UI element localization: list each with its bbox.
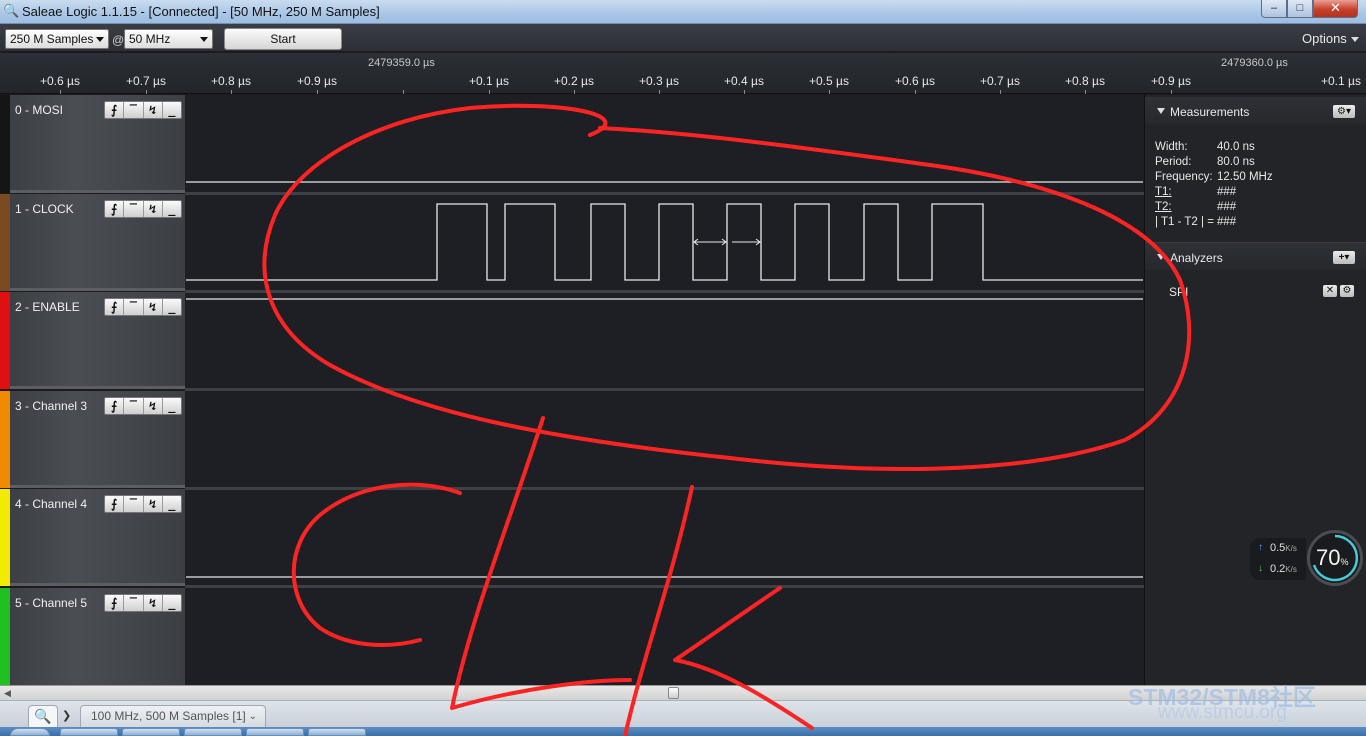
measurement-row[interactable]: T1: ### bbox=[1155, 185, 1273, 200]
chevron-right-icon[interactable]: ❯ bbox=[62, 709, 71, 722]
right-panel: Measurements ⚙▾ Width: 40.0 ns Period: 80.… bbox=[1144, 95, 1366, 685]
measurements-title: Measurements bbox=[1170, 105, 1250, 119]
session-tab-label: 100 MHz, 500 M Samples [1] bbox=[91, 709, 246, 723]
measurement-row: | T1 - T2 | = ### bbox=[1155, 216, 1237, 228]
measurements-header[interactable]: Measurements ⚙▾ bbox=[1145, 97, 1366, 125]
transfer-rate-widget: ↑ 0.5K/s ↓ 0.2K/s bbox=[1250, 538, 1306, 580]
measurement-row: Width: 40.0 ns bbox=[1155, 141, 1255, 153]
gear-icon[interactable]: ⚙▾ bbox=[1333, 105, 1355, 118]
collapse-triangle-icon bbox=[1157, 108, 1165, 114]
download-rate: 0.2K/s bbox=[1270, 563, 1297, 575]
watermark-url: www.stmcu.org bbox=[1158, 702, 1287, 723]
clock-trace bbox=[186, 203, 1143, 281]
analyzer-item-buttons: ✕ ⚙ bbox=[1323, 285, 1354, 297]
measurement-row: Frequency: 12.50 MHz bbox=[1155, 171, 1273, 183]
measurement-row[interactable]: T2: ### bbox=[1155, 200, 1273, 215]
cpu-gauge: 70% bbox=[1307, 530, 1363, 586]
taskbar-item[interactable] bbox=[60, 728, 118, 736]
taskbar-item[interactable] bbox=[184, 728, 242, 736]
scroll-left-icon[interactable]: ◀ bbox=[4, 688, 11, 699]
measurements-list: Width: 40.0 ns Period: 80.0 ns Frequency: 1… bbox=[1155, 140, 1273, 230]
taskbar-item[interactable] bbox=[308, 728, 366, 736]
taskbar-item[interactable] bbox=[246, 728, 304, 736]
close-icon[interactable]: ✕ bbox=[1323, 285, 1337, 297]
download-arrow-icon: ↓ bbox=[1258, 563, 1263, 574]
start-orb[interactable] bbox=[10, 728, 50, 736]
saleae-logic-window: 🔍 Saleae Logic 1.1.15 - [Connected] - [5… bbox=[0, 0, 1366, 736]
collapse-triangle-icon bbox=[1157, 254, 1165, 260]
measurement-row: Period: 80.0 ns bbox=[1155, 156, 1255, 168]
chevron-down-icon[interactable]: ⌄ bbox=[249, 706, 257, 727]
scroll-thumb[interactable] bbox=[668, 687, 679, 699]
analyzer-item-spi[interactable]: SPI bbox=[1169, 285, 1188, 299]
add-analyzer-icon[interactable]: +▾ bbox=[1333, 251, 1355, 264]
taskbar-item[interactable] bbox=[122, 728, 180, 736]
analyzers-title: Analyzers bbox=[1170, 251, 1223, 265]
analyzers-header[interactable]: Analyzers +▾ bbox=[1145, 242, 1366, 270]
upload-rate: 0.5K/s bbox=[1270, 542, 1297, 554]
upload-arrow-icon: ↑ bbox=[1258, 542, 1263, 553]
gear-icon[interactable]: ⚙ bbox=[1340, 285, 1354, 297]
cpu-percent: 70% bbox=[1316, 545, 1349, 570]
session-tab[interactable]: 100 MHz, 500 M Samples [1] ⌄ bbox=[80, 705, 266, 727]
search-icon[interactable]: 🔍 bbox=[28, 705, 58, 727]
